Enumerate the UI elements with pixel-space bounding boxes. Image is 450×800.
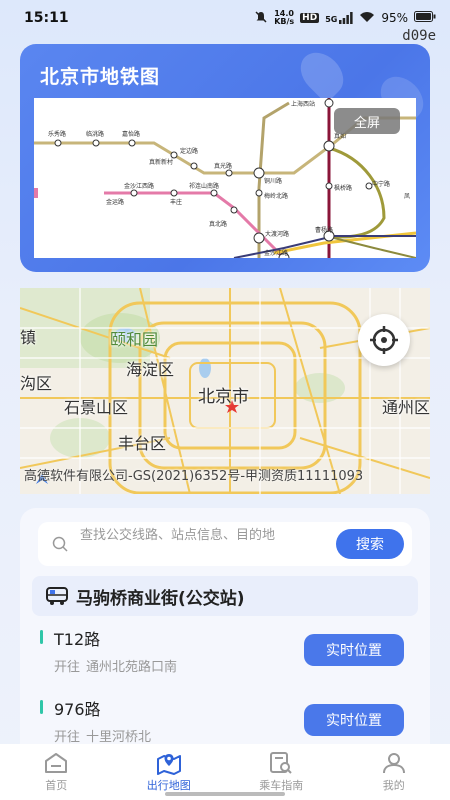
mute-icon bbox=[254, 10, 268, 27]
svg-text:枫桥路: 枫桥路 bbox=[334, 184, 352, 192]
svg-text:临洮路: 临洮路 bbox=[86, 130, 104, 138]
route-name: T12路 bbox=[54, 630, 101, 649]
realtime-location-button[interactable]: 实时位置 bbox=[304, 634, 404, 666]
svg-text:上海西站: 上海西站 bbox=[291, 100, 315, 108]
city-map[interactable]: 颐和园 海淀区 北京市 石景山区 丰台区 通州区 沟区 镇 高德软件有限公司-G… bbox=[20, 288, 430, 494]
fullscreen-button[interactable]: 全屏 bbox=[334, 108, 400, 134]
bus-icon bbox=[46, 587, 68, 605]
map-label-district: 海淀区 bbox=[126, 360, 175, 379]
route-direction-prefix: 开往 bbox=[54, 730, 81, 745]
hd-icon: HD bbox=[300, 13, 320, 23]
svg-text:金沙江路: 金沙江路 bbox=[264, 249, 288, 257]
device-code: d09e bbox=[402, 28, 436, 44]
user-icon bbox=[382, 753, 405, 774]
route-indicator bbox=[40, 630, 43, 644]
map-copyright: 高德软件有限公司-GS(2021)6352号-甲测资质11111093 bbox=[24, 469, 364, 484]
tab-label: 首页 bbox=[45, 779, 68, 792]
tab-label: 乘车指南 bbox=[259, 779, 304, 792]
search-button[interactable]: 搜索 bbox=[336, 529, 404, 559]
map-label-city: 北京市 bbox=[198, 387, 249, 407]
home-indicator[interactable] bbox=[165, 792, 285, 796]
map-label-district: 丰台区 bbox=[118, 434, 167, 453]
bus-search-panel: 查找公交线路、站点信息、目的地 搜索 马驹桥商业街(公交站) T12路 开往 通州… bbox=[20, 508, 430, 768]
status-icons: 14.0 KB/s HD 5G 95% bbox=[254, 10, 436, 27]
map-label-park: 颐和园 bbox=[110, 330, 159, 349]
svg-text:金沙江西路: 金沙江西路 bbox=[124, 182, 154, 190]
realtime-location-button[interactable]: 实时位置 bbox=[304, 704, 404, 736]
search-icon bbox=[52, 536, 68, 552]
tab-profile[interactable]: 我的 bbox=[344, 751, 444, 793]
home-icon bbox=[45, 753, 68, 773]
metro-map-title: 北京市地铁图 bbox=[40, 66, 161, 88]
map-label-district: 通州区 bbox=[382, 398, 430, 417]
map-pin-decoration-icon bbox=[292, 44, 352, 104]
guide-search-icon bbox=[270, 752, 292, 774]
svg-text:梅岭北路: 梅岭北路 bbox=[264, 192, 288, 200]
battery-icon bbox=[414, 11, 436, 25]
svg-text:铜川路: 铜川路 bbox=[264, 177, 282, 185]
metro-map-card[interactable]: 北京市地铁图 上海西站 乐秀路 临洮路 嘉怡路 定边路 真新新村 真光路 金沙江… bbox=[20, 44, 430, 272]
map-label-district: 石景山区 bbox=[64, 398, 129, 417]
station-header[interactable]: 马驹桥商业街(公交站) bbox=[32, 576, 418, 616]
search-input[interactable]: 查找公交线路、站点信息、目的地 搜索 bbox=[38, 522, 412, 566]
svg-text:大渡河路: 大渡河路 bbox=[265, 230, 289, 238]
locate-icon bbox=[370, 326, 398, 354]
net-speed: 14.0 KB/s bbox=[274, 10, 294, 26]
tab-travel-map[interactable]: 出行地图 bbox=[119, 751, 219, 793]
status-time: 15:11 bbox=[24, 10, 69, 26]
map-label-town: 镇 bbox=[20, 328, 37, 347]
route-name: 976路 bbox=[54, 700, 101, 719]
route-destination: 十里河桥北 bbox=[86, 730, 152, 745]
tab-home[interactable]: 首页 bbox=[6, 751, 106, 793]
signal-5g-icon: 5G bbox=[325, 12, 353, 24]
locate-button[interactable] bbox=[358, 314, 410, 366]
route-direction-prefix: 开往 bbox=[54, 660, 81, 675]
wifi-icon bbox=[359, 11, 375, 26]
svg-text:金运路: 金运路 bbox=[106, 198, 124, 206]
battery-percent: 95% bbox=[381, 11, 408, 25]
signal-label: 5G bbox=[325, 15, 338, 24]
tab-label: 我的 bbox=[382, 779, 405, 792]
svg-text:祁连山南路: 祁连山南路 bbox=[189, 182, 219, 190]
svg-text:真北路: 真北路 bbox=[209, 220, 227, 228]
route-direction: 开往 十里河桥北 bbox=[54, 726, 157, 745]
route-direction: 开往 通州北苑路口南 bbox=[54, 656, 183, 675]
route-item[interactable]: T12路 开往 通州北苑路口南 实时位置 bbox=[40, 626, 410, 686]
status-bar: 15:11 14.0 KB/s HD 5G 95% bbox=[0, 0, 450, 36]
tab-riding-guide[interactable]: 乘车指南 bbox=[231, 751, 331, 793]
svg-text:丰庄: 丰庄 bbox=[170, 198, 182, 206]
svg-text:真光路: 真光路 bbox=[214, 162, 232, 170]
route-destination: 通州北苑路口南 bbox=[86, 660, 178, 675]
station-name: 马驹桥商业街(公交站) bbox=[76, 588, 245, 609]
map-pin-icon bbox=[156, 754, 181, 775]
svg-text:中宁路: 中宁路 bbox=[372, 180, 390, 188]
tab-label: 出行地图 bbox=[146, 779, 191, 792]
svg-text:曹杨路: 曹杨路 bbox=[315, 226, 333, 234]
search-placeholder: 查找公交线路、站点信息、目的地 bbox=[80, 528, 276, 543]
route-indicator bbox=[40, 700, 43, 714]
svg-text:乐秀路: 乐秀路 bbox=[48, 130, 66, 138]
net-speed-unit: KB/s bbox=[274, 17, 295, 26]
svg-text:凤: 凤 bbox=[404, 193, 410, 200]
svg-text:定边路: 定边路 bbox=[180, 147, 198, 155]
map-label-district: 沟区 bbox=[20, 374, 53, 393]
svg-text:嘉怡路: 嘉怡路 bbox=[122, 130, 140, 138]
svg-text:真新新村: 真新新村 bbox=[149, 158, 173, 166]
